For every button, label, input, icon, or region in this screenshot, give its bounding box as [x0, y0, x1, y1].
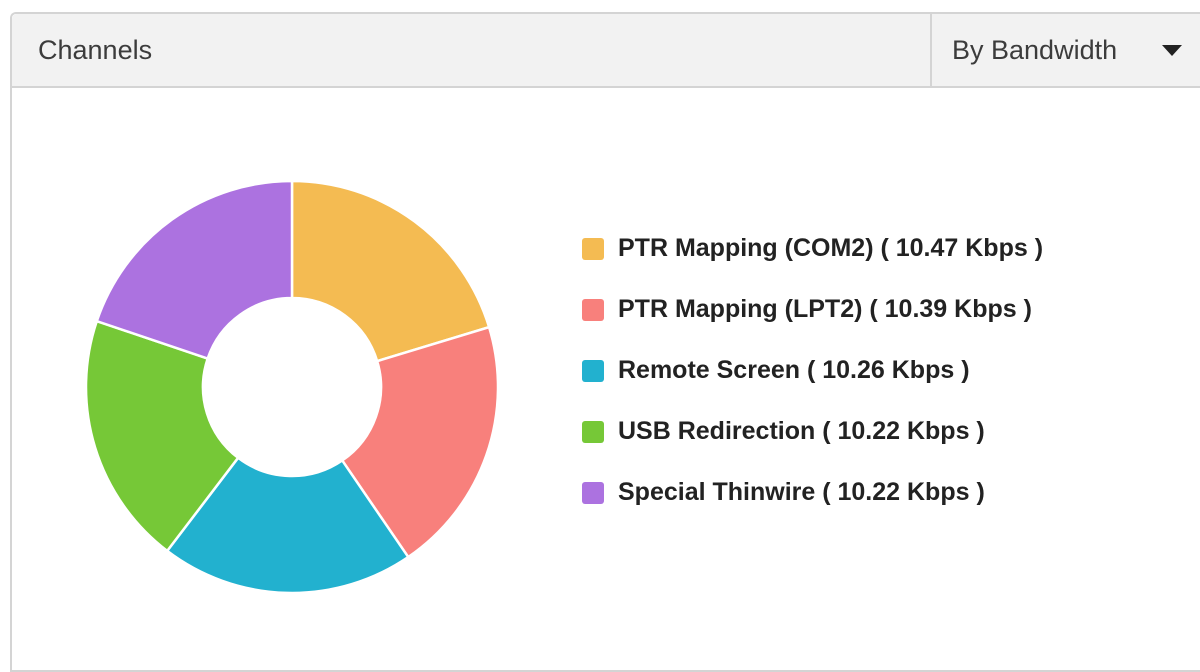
chart-legend: PTR Mapping (COM2) ( 10.47 Kbps ) PTR Map…	[582, 218, 1043, 523]
legend-label: Remote Screen ( 10.26 Kbps )	[618, 356, 970, 384]
legend-item[interactable]: Special Thinwire ( 10.22 Kbps )	[582, 462, 1043, 523]
legend-swatch	[582, 298, 604, 321]
legend-swatch	[582, 420, 604, 443]
legend-label: Special Thinwire ( 10.22 Kbps )	[618, 478, 985, 506]
metric-dropdown[interactable]: By Bandwidth	[930, 14, 1200, 86]
legend-swatch	[582, 237, 604, 260]
donut-chart	[84, 179, 500, 595]
legend-swatch	[582, 481, 604, 504]
metric-dropdown-label: By Bandwidth	[952, 35, 1118, 65]
donut-slice-0[interactable]	[290, 179, 491, 363]
legend-item[interactable]: PTR Mapping (LPT2) ( 10.39 Kbps )	[582, 279, 1043, 340]
panel-header: Channels By Bandwidth	[12, 14, 1200, 88]
legend-item[interactable]: Remote Screen ( 10.26 Kbps )	[582, 340, 1043, 401]
legend-label: PTR Mapping (COM2) ( 10.47 Kbps )	[618, 234, 1044, 262]
panel-title: Channels	[38, 35, 153, 65]
caret-down-icon	[1162, 45, 1182, 56]
legend-item[interactable]: USB Redirection ( 10.22 Kbps )	[582, 401, 1043, 462]
legend-label: PTR Mapping (LPT2) ( 10.39 Kbps )	[618, 295, 1032, 323]
legend-label: USB Redirection ( 10.22 Kbps )	[618, 417, 985, 445]
donut-slice-4[interactable]	[95, 179, 294, 361]
legend-swatch	[582, 359, 604, 382]
legend-item[interactable]: PTR Mapping (COM2) ( 10.47 Kbps )	[582, 218, 1043, 279]
